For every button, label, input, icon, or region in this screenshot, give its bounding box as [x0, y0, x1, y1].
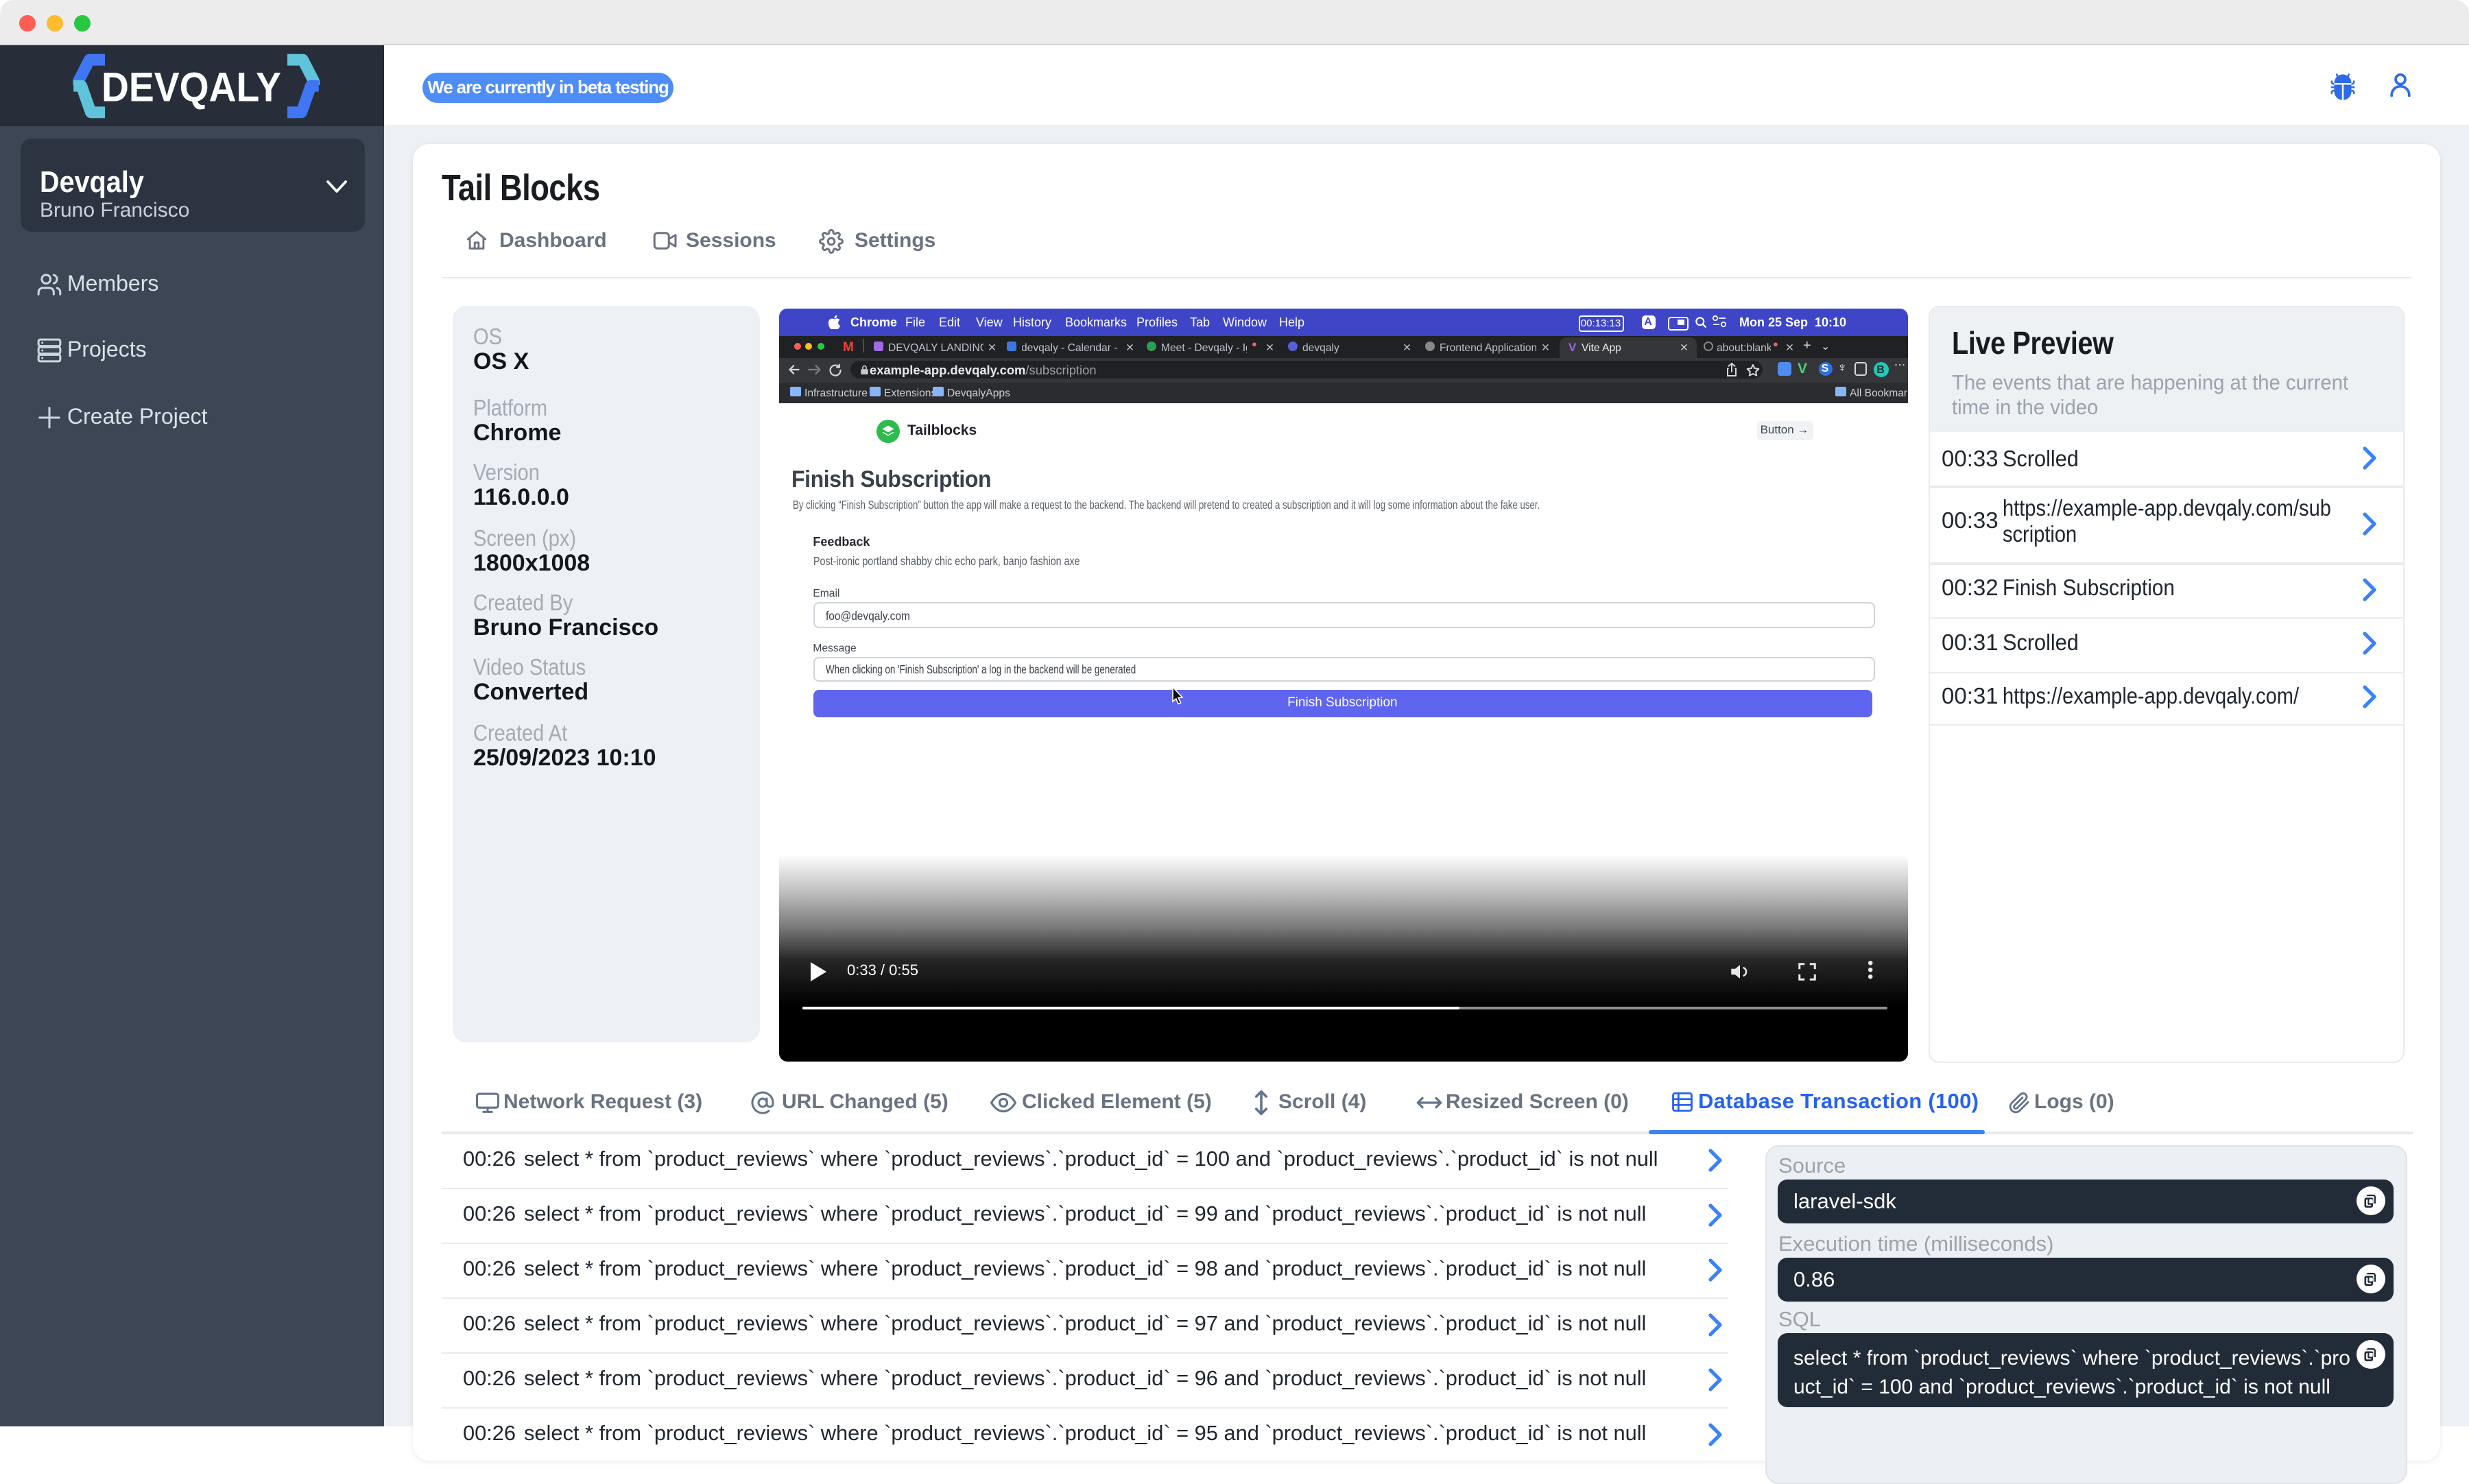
svg-text:DEVQALY: DEVQALY	[101, 64, 281, 110]
